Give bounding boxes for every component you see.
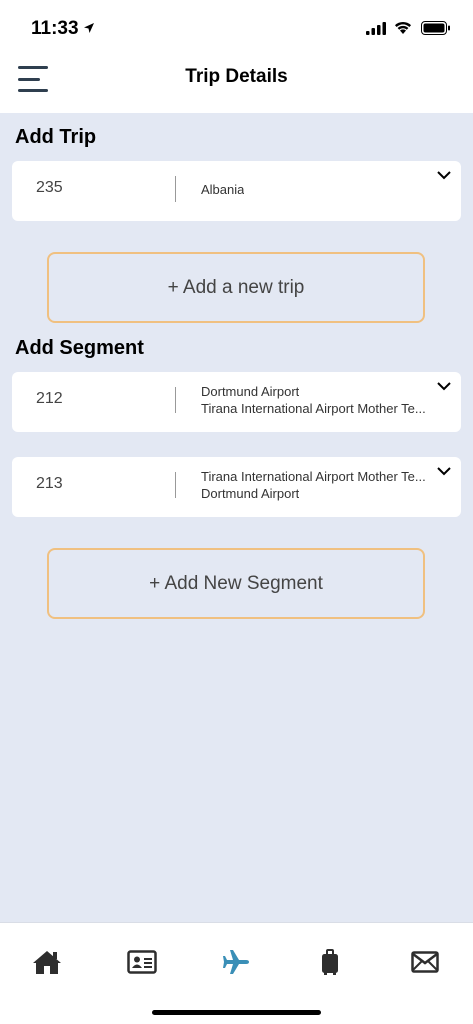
tab-luggage[interactable] bbox=[315, 948, 345, 980]
tab-home[interactable] bbox=[32, 949, 62, 979]
trip-country: Albania bbox=[201, 182, 245, 197]
segment-origin: Dortmund Airport bbox=[201, 384, 300, 399]
chevron-down-icon[interactable] bbox=[437, 378, 451, 391]
card-divider bbox=[175, 472, 176, 498]
chevron-down-icon[interactable] bbox=[437, 463, 451, 476]
card-divider bbox=[175, 387, 176, 413]
card-divider bbox=[175, 176, 176, 202]
tab-profile[interactable] bbox=[127, 949, 157, 979]
add-trip-heading: Add Trip bbox=[15, 126, 97, 148]
segment-id: 212 bbox=[36, 390, 63, 407]
segment-id: 213 bbox=[36, 475, 63, 492]
trip-id: 235 bbox=[36, 179, 63, 196]
tab-trips[interactable] bbox=[221, 949, 251, 979]
add-new-trip-button[interactable]: + Add a new trip bbox=[47, 252, 425, 323]
mail-icon bbox=[411, 950, 439, 978]
battery-icon bbox=[421, 21, 451, 40]
cellular-signal-icon bbox=[366, 22, 386, 40]
status-time: 11:33 bbox=[31, 18, 79, 39]
segment-destination: Dortmund Airport bbox=[201, 486, 300, 501]
segment-card[interactable]: 213 Tirana International Airport Mother … bbox=[12, 457, 461, 517]
id-card-icon bbox=[127, 949, 157, 979]
chevron-down-icon[interactable] bbox=[437, 167, 451, 180]
status-bar: 11:33 bbox=[0, 0, 473, 56]
tab-messages[interactable] bbox=[410, 949, 440, 979]
airplane-icon bbox=[222, 949, 250, 980]
trip-card[interactable]: 235 Albania bbox=[12, 161, 461, 221]
segment-origin: Tirana International Airport Mother Te..… bbox=[201, 469, 426, 484]
page-title: Trip Details bbox=[185, 66, 288, 87]
add-segment-heading: Add Segment bbox=[15, 337, 144, 359]
home-icon bbox=[32, 949, 62, 980]
app-header: Trip Details bbox=[0, 56, 473, 113]
location-arrow-icon bbox=[83, 21, 95, 39]
add-new-segment-button[interactable]: + Add New Segment bbox=[47, 548, 425, 619]
segment-card[interactable]: 212 Dortmund Airport Tirana Internationa… bbox=[12, 372, 461, 432]
segment-destination: Tirana International Airport Mother Te..… bbox=[201, 401, 426, 416]
bottom-tab-bar bbox=[0, 922, 473, 1024]
home-indicator bbox=[152, 1010, 321, 1015]
luggage-icon bbox=[321, 948, 339, 980]
wifi-icon bbox=[393, 20, 413, 40]
